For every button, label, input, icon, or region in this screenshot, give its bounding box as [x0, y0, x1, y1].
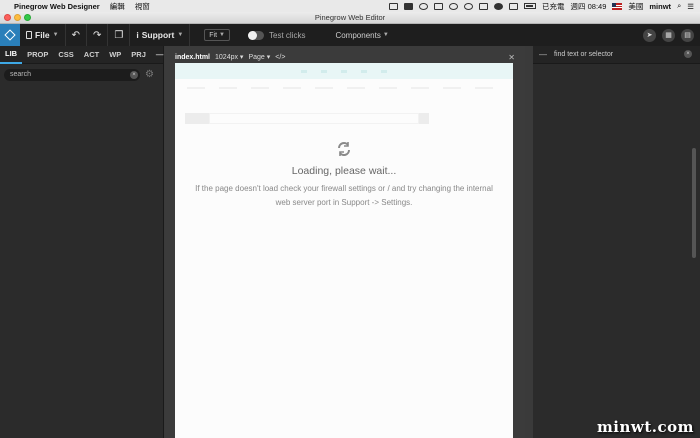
support-menu-label: Support	[141, 30, 175, 40]
library-panel: LIB PROP CSS ACT WP PRJ — search × ⚙	[0, 46, 164, 438]
scrollbar[interactable]	[692, 148, 696, 258]
ghost-input	[209, 113, 419, 124]
loading-title: Loading, please wait...	[291, 165, 397, 177]
chevron-down-icon: ▼	[52, 32, 59, 38]
app-toolbar: File ▼ ↶ ↷ ❐ i Support ▼ Fit ▼ Test clic…	[0, 24, 700, 46]
minimize-window-button[interactable]	[14, 14, 21, 21]
test-clicks-label: Test clicks	[269, 30, 306, 40]
spotlight-icon[interactable]: ⌕	[677, 1, 681, 11]
file-icon	[26, 31, 32, 39]
tray-box-icon[interactable]	[404, 2, 414, 10]
library-search-row: search × ⚙	[0, 64, 163, 86]
tab-lib[interactable]: LIB	[0, 46, 23, 64]
tray-ink-icon[interactable]	[434, 2, 444, 10]
chevron-down-icon: ▼	[219, 32, 225, 38]
close-window-button[interactable]	[4, 14, 11, 21]
zoom-window-button[interactable]	[24, 14, 31, 21]
copy-icon: ❐	[114, 29, 124, 41]
code-view-button[interactable]: </>	[275, 54, 285, 61]
gear-icon[interactable]: ⚙	[145, 70, 155, 80]
tab-css[interactable]: CSS	[53, 46, 78, 64]
battery-icon[interactable]	[524, 3, 537, 9]
document-tab-bar: index.html 1024px ▾ Page ▾ </> ✕	[175, 52, 515, 62]
tab-wp[interactable]: WP	[104, 46, 126, 64]
ghost-label	[185, 113, 209, 124]
loading-overlay: Loading, please wait... If the page does…	[175, 141, 513, 209]
test-clicks-toggle[interactable]	[248, 30, 264, 40]
tray-bluetooth-icon[interactable]	[479, 2, 489, 10]
us-flag-icon[interactable]	[612, 2, 623, 10]
chevron-down-icon: ▼	[382, 32, 389, 38]
file-menu-button[interactable]: File ▼	[20, 24, 66, 46]
window-titlebar: Pinegrow Web Editor	[0, 12, 700, 24]
components-label: Components	[335, 30, 381, 40]
page-dropdown-label: Page	[248, 54, 265, 61]
library-search-input[interactable]: search ×	[4, 69, 140, 81]
menu-edit[interactable]: 編輯	[110, 1, 125, 12]
collapse-panel-button[interactable]: —	[539, 50, 547, 59]
tray-app-icon[interactable]	[389, 2, 399, 10]
page-canvas[interactable]: Loading, please wait... If the page does…	[175, 63, 513, 438]
mac-menubar: Pinegrow Web Designer 編輯 視窗 已充電 週四 08:49…	[0, 0, 700, 12]
panel-tabs: LIB PROP CSS ACT WP PRJ —	[0, 46, 163, 64]
redo-button[interactable]: ↷	[87, 24, 109, 46]
info-icon: i	[136, 30, 139, 40]
undo-icon: ↶	[71, 29, 80, 41]
copy-button[interactable]: ❐	[108, 24, 131, 46]
ghost-navbar	[175, 63, 513, 79]
tray-clock-icon[interactable]	[464, 2, 474, 10]
components-menu[interactable]: Components ▼	[335, 31, 388, 40]
pinegrow-logo-icon[interactable]	[0, 24, 20, 46]
ghost-button	[419, 113, 429, 124]
page-width-label: 1024px	[215, 54, 238, 61]
grid-view-icon[interactable]: ▦	[662, 28, 675, 42]
clear-search-icon[interactable]: ×	[130, 71, 138, 79]
fit-label: Fit	[209, 31, 218, 39]
tree-search-placeholder: find text or selector	[554, 51, 614, 58]
input-language[interactable]: 美國	[628, 1, 643, 12]
tree-search-input[interactable]: find text or selector ×	[554, 50, 694, 58]
window-title: Pinegrow Web Editor	[314, 13, 386, 22]
support-menu-button[interactable]: i Support ▼	[130, 24, 191, 46]
refresh-icon	[338, 142, 350, 156]
tab-act[interactable]: ACT	[79, 46, 104, 64]
tray-volume-icon[interactable]	[494, 2, 504, 10]
tab-prj[interactable]: PRJ	[126, 46, 151, 64]
notification-center-icon[interactable]: ☰	[687, 2, 694, 11]
ghost-links	[175, 79, 513, 97]
page-dropdown[interactable]: Page ▾	[248, 53, 270, 61]
chevron-down-icon: ▼	[177, 32, 184, 38]
library-search-value: search	[10, 71, 32, 78]
menubar-clock[interactable]: 週四 08:49	[571, 1, 607, 12]
editor-area: index.html 1024px ▾ Page ▾ </> ✕ Loading…	[165, 46, 525, 438]
menubar-user[interactable]: minwt	[649, 2, 671, 11]
file-menu-label: File	[35, 30, 50, 40]
close-document-icon[interactable]: ✕	[508, 53, 515, 62]
loading-message: If the page doesn't load check your fire…	[195, 184, 493, 207]
fit-dropdown[interactable]: Fit ▼	[204, 29, 230, 41]
window-controls	[4, 14, 31, 21]
redo-icon: ↷	[93, 29, 102, 41]
menu-window[interactable]: 視窗	[135, 1, 150, 12]
watermark: minwt.com	[596, 418, 694, 436]
panel-layout-icon[interactable]: ▤	[681, 28, 694, 42]
document-tab[interactable]: index.html	[175, 54, 210, 61]
menu-app-name[interactable]: Pinegrow Web Designer	[14, 2, 100, 11]
toolbar-right-group: ➤ ▦ ▤	[643, 28, 700, 42]
page-width-dropdown[interactable]: 1024px ▾	[215, 53, 243, 61]
tree-panel-header: — find text or selector ×	[533, 46, 700, 64]
wifi-icon[interactable]	[509, 2, 519, 10]
undo-button[interactable]: ↶	[66, 24, 87, 46]
clear-search-icon[interactable]: ×	[684, 50, 692, 58]
tray-chat-icon[interactable]	[449, 2, 459, 10]
tray-record-icon[interactable]	[419, 2, 429, 10]
tab-prop[interactable]: PROP	[22, 46, 53, 64]
battery-status[interactable]: 已充電	[542, 1, 565, 12]
tree-panel: — find text or selector ×	[533, 46, 700, 438]
navigate-icon[interactable]: ➤	[643, 28, 656, 42]
menubar-tray: 已充電 週四 08:49 美國 minwt ⌕ ☰	[389, 1, 700, 12]
